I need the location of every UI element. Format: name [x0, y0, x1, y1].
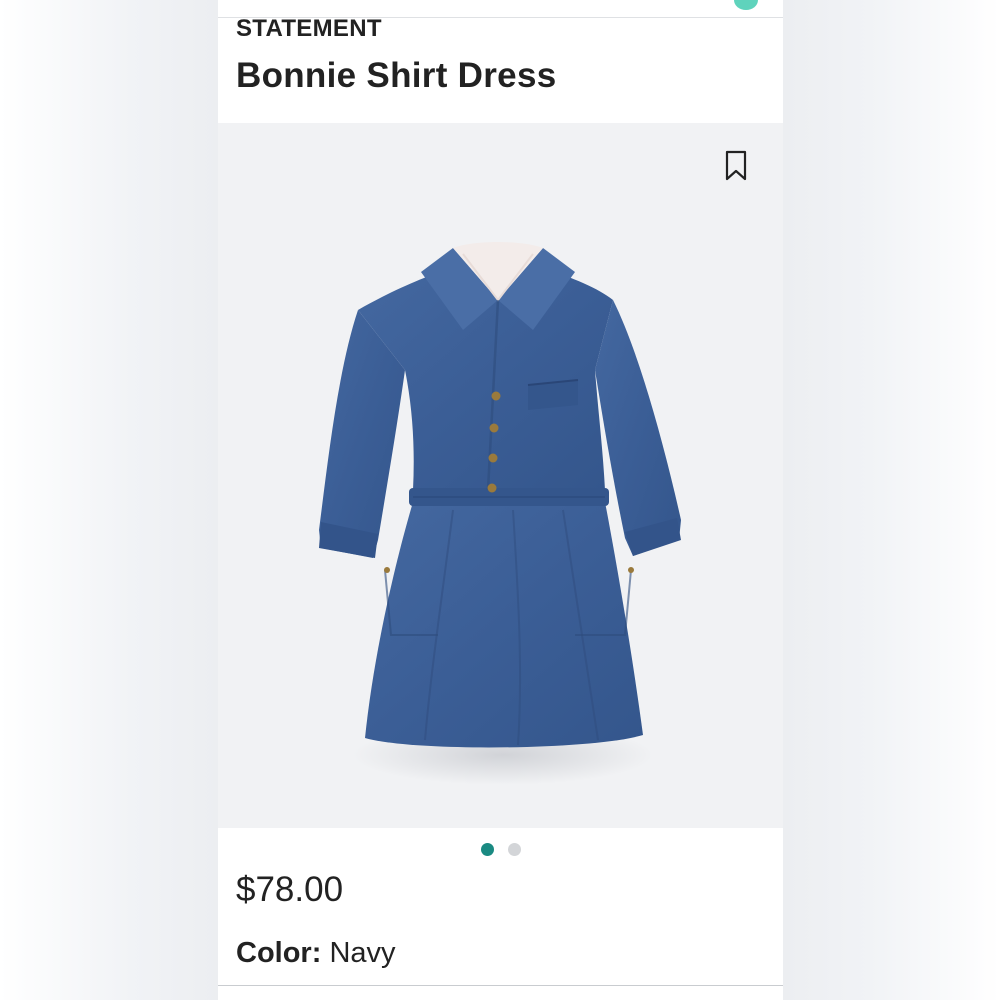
carousel-indicator — [218, 843, 783, 857]
divider — [218, 985, 783, 986]
left-backdrop — [0, 0, 218, 1000]
product-title: Bonnie Shirt Dress — [236, 56, 557, 95]
product-image-gallery[interactable] — [218, 123, 783, 828]
color-label: Color: — [236, 937, 322, 969]
right-backdrop — [783, 0, 1000, 1000]
color-row: Color: Navy — [236, 937, 396, 970]
bookmark-icon[interactable] — [724, 150, 748, 182]
color-value: Navy — [329, 937, 396, 969]
carousel-dot-2[interactable] — [507, 843, 521, 856]
brand-name: STATEMENT — [236, 15, 382, 42]
carousel-dot-1[interactable] — [480, 843, 494, 856]
product-detail-screen: STATEMENT Bonnie Shirt Dress $78.00 Colo… — [218, 0, 783, 1000]
product-price: $78.00 — [236, 870, 344, 909]
product-image — [319, 242, 681, 785]
notification-badge[interactable] — [734, 0, 758, 10]
